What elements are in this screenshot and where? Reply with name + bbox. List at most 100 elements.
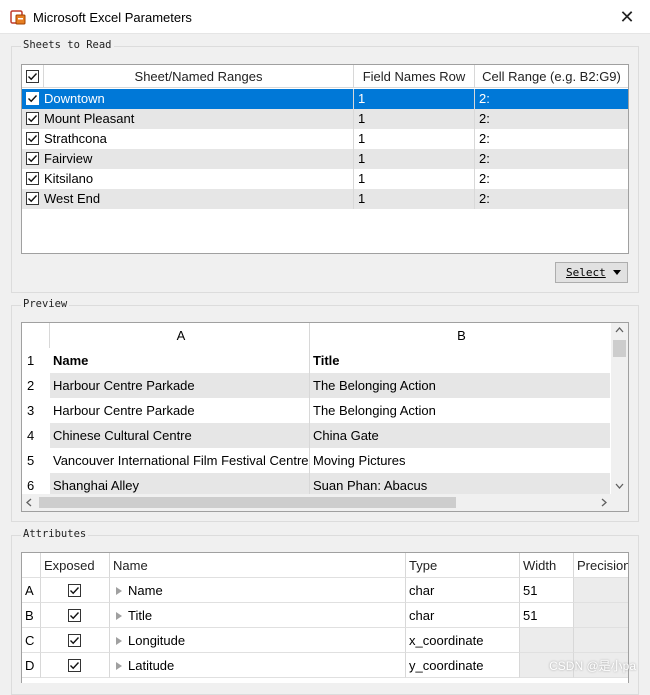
scroll-thumb xyxy=(39,497,456,508)
check-icon xyxy=(28,155,38,163)
expand-triangle-icon[interactable] xyxy=(116,612,122,620)
sheet-name: West End xyxy=(44,189,354,209)
sheets-header: Sheet/Named Ranges Field Names Row Cell … xyxy=(22,65,628,88)
scroll-thumb xyxy=(613,340,626,357)
exposed-cell xyxy=(41,653,110,678)
scroll-left-icon xyxy=(26,498,32,507)
row-number: 2 xyxy=(27,378,35,393)
sheet-name: Fairview xyxy=(44,149,354,169)
attr-width[interactable]: 51 xyxy=(520,578,574,603)
sheet-row-strathcona[interactable]: Strathcona 1 2: xyxy=(22,129,628,149)
cell-range[interactable]: 2: xyxy=(475,109,628,129)
col-header-a: A xyxy=(50,323,310,348)
select-all-checkbox[interactable] xyxy=(26,70,39,83)
sheet-row-mount-pleasant[interactable]: Mount Pleasant 1 2: xyxy=(22,109,628,129)
sheet-row-downtown[interactable]: Downtown 1 2: xyxy=(22,89,628,109)
col-name[interactable]: Name xyxy=(110,553,406,578)
col-exposed[interactable]: Exposed xyxy=(41,553,110,578)
sheet-row-west-end[interactable]: West End 1 2: xyxy=(22,189,628,209)
col-precision[interactable]: Precision xyxy=(574,553,628,578)
field-names-row[interactable]: 1 xyxy=(354,169,475,189)
preview-cell: Harbour Centre Parkade xyxy=(50,373,310,398)
preview-cell: Harbour Centre Parkade xyxy=(50,398,310,423)
field-names-row[interactable]: 1 xyxy=(354,109,475,129)
row-number: 5 xyxy=(27,453,35,468)
scroll-right-icon xyxy=(601,498,607,507)
col-field-names-row[interactable]: Field Names Row xyxy=(354,65,475,88)
cell-range[interactable]: 2: xyxy=(475,169,628,189)
expand-triangle-icon[interactable] xyxy=(116,587,122,595)
window-title: Microsoft Excel Parameters xyxy=(33,10,192,25)
sheets-table: Sheet/Named Ranges Field Names Row Cell … xyxy=(21,64,629,254)
preview-cell: Chinese Cultural Centre xyxy=(50,423,310,448)
row-number: 3 xyxy=(27,403,35,418)
expand-triangle-icon[interactable] xyxy=(116,662,122,670)
attr-name: Title xyxy=(128,608,153,623)
attr-type[interactable]: x_coordinate xyxy=(406,628,520,653)
sheet-name: Downtown xyxy=(44,89,354,109)
col-sheet-names[interactable]: Sheet/Named Ranges xyxy=(44,65,354,88)
attr-precision xyxy=(574,578,628,603)
exposed-checkbox[interactable] xyxy=(68,659,81,672)
attributes-table: Exposed Name Type Width Precision A Name… xyxy=(21,552,629,683)
sheet-row-fairview[interactable]: Fairview 1 2: xyxy=(22,149,628,169)
fme-app-icon xyxy=(10,9,26,25)
attr-name-cell[interactable]: Longitude xyxy=(110,628,406,653)
scroll-up-icon xyxy=(615,327,624,333)
attr-name-cell[interactable]: Latitude xyxy=(110,653,406,678)
attr-precision xyxy=(574,628,628,653)
cell-range[interactable]: 2: xyxy=(475,129,628,149)
title-bar: Microsoft Excel Parameters ✕ xyxy=(0,0,650,34)
sheet-checkbox[interactable] xyxy=(26,132,39,145)
preview-cell: Vancouver International Film Festival Ce… xyxy=(50,448,310,473)
exposed-cell xyxy=(41,603,110,628)
sheet-checkbox[interactable] xyxy=(26,112,39,125)
attr-width xyxy=(520,628,574,653)
sheet-checkbox[interactable] xyxy=(26,172,39,185)
attr-type[interactable]: char xyxy=(406,603,520,628)
sheet-row-kitsilano[interactable]: Kitsilano 1 2: xyxy=(22,169,628,189)
field-names-row[interactable]: 1 xyxy=(354,149,475,169)
check-icon xyxy=(70,662,80,670)
field-names-row[interactable]: 1 xyxy=(354,89,475,109)
attr-row-letter: D xyxy=(22,653,41,678)
field-names-row[interactable]: 1 xyxy=(354,189,475,209)
check-icon xyxy=(28,115,38,123)
attr-row-letter: C xyxy=(22,628,41,653)
col-type[interactable]: Type xyxy=(406,553,520,578)
row-number: 1 xyxy=(27,353,35,368)
exposed-checkbox[interactable] xyxy=(68,634,81,647)
attr-name: Longitude xyxy=(128,633,186,648)
select-dropdown-button[interactable]: Select xyxy=(555,262,628,283)
cell-range[interactable]: 2: xyxy=(475,149,628,169)
attr-width[interactable]: 51 xyxy=(520,603,574,628)
close-icon[interactable]: ✕ xyxy=(612,4,642,30)
cell-range[interactable]: 2: xyxy=(475,189,628,209)
preview-horizontal-scrollbar[interactable] xyxy=(22,494,628,511)
preview-vertical-scrollbar[interactable] xyxy=(611,323,628,495)
col-cell-range[interactable]: Cell Range (e.g. B2:G9) xyxy=(475,65,628,88)
attr-name-cell[interactable]: Name xyxy=(110,578,406,603)
preview-cell: Moving Pictures xyxy=(313,453,406,468)
attr-type[interactable]: y_coordinate xyxy=(406,653,520,678)
caret-down-icon xyxy=(613,270,621,275)
cell-range[interactable]: 2: xyxy=(475,89,628,109)
expand-triangle-icon[interactable] xyxy=(116,637,122,645)
check-icon xyxy=(70,637,80,645)
sheet-checkbox[interactable] xyxy=(26,92,39,105)
col-width[interactable]: Width xyxy=(520,553,574,578)
sheet-checkbox[interactable] xyxy=(26,192,39,205)
csdn-watermark: CSDN @是小pa xyxy=(549,659,636,673)
attr-name: Name xyxy=(128,583,163,598)
attr-name-cell[interactable]: Title xyxy=(110,603,406,628)
check-icon xyxy=(28,135,38,143)
attr-type[interactable]: char xyxy=(406,578,520,603)
exposed-checkbox[interactable] xyxy=(68,609,81,622)
preview-cell: The Belonging Action xyxy=(310,373,610,398)
preview-grid: A B 1 Name Title 2 Harbour Centre Parkad… xyxy=(21,322,629,512)
attr-precision xyxy=(574,603,628,628)
exposed-cell xyxy=(41,578,110,603)
sheet-checkbox[interactable] xyxy=(26,152,39,165)
field-names-row[interactable]: 1 xyxy=(354,129,475,149)
exposed-checkbox[interactable] xyxy=(68,584,81,597)
